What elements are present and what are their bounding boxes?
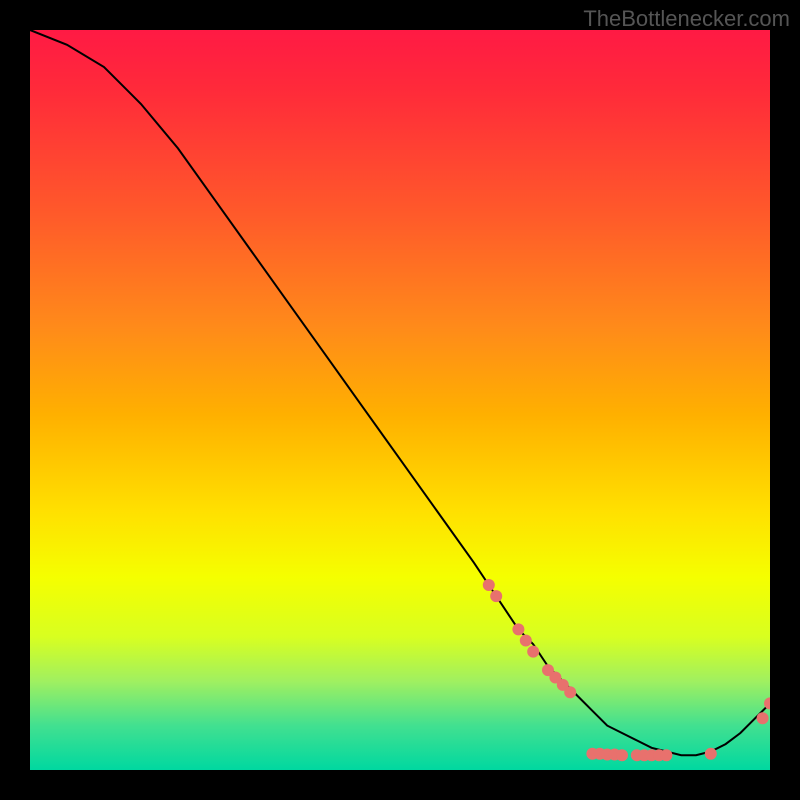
marker-point [660, 749, 672, 761]
chart-line [30, 30, 770, 755]
marker-point [520, 635, 532, 647]
marker-point [564, 686, 576, 698]
marker-point [616, 749, 628, 761]
marker-point [527, 646, 539, 658]
marker-point [757, 712, 769, 724]
chart-container: TheBottlenecker.com [0, 0, 800, 800]
marker-point [512, 623, 524, 635]
chart-markers [483, 579, 770, 761]
watermark-text: TheBottlenecker.com [583, 6, 790, 32]
chart-svg [30, 30, 770, 770]
marker-point [490, 590, 502, 602]
marker-point [705, 748, 717, 760]
marker-point [483, 579, 495, 591]
